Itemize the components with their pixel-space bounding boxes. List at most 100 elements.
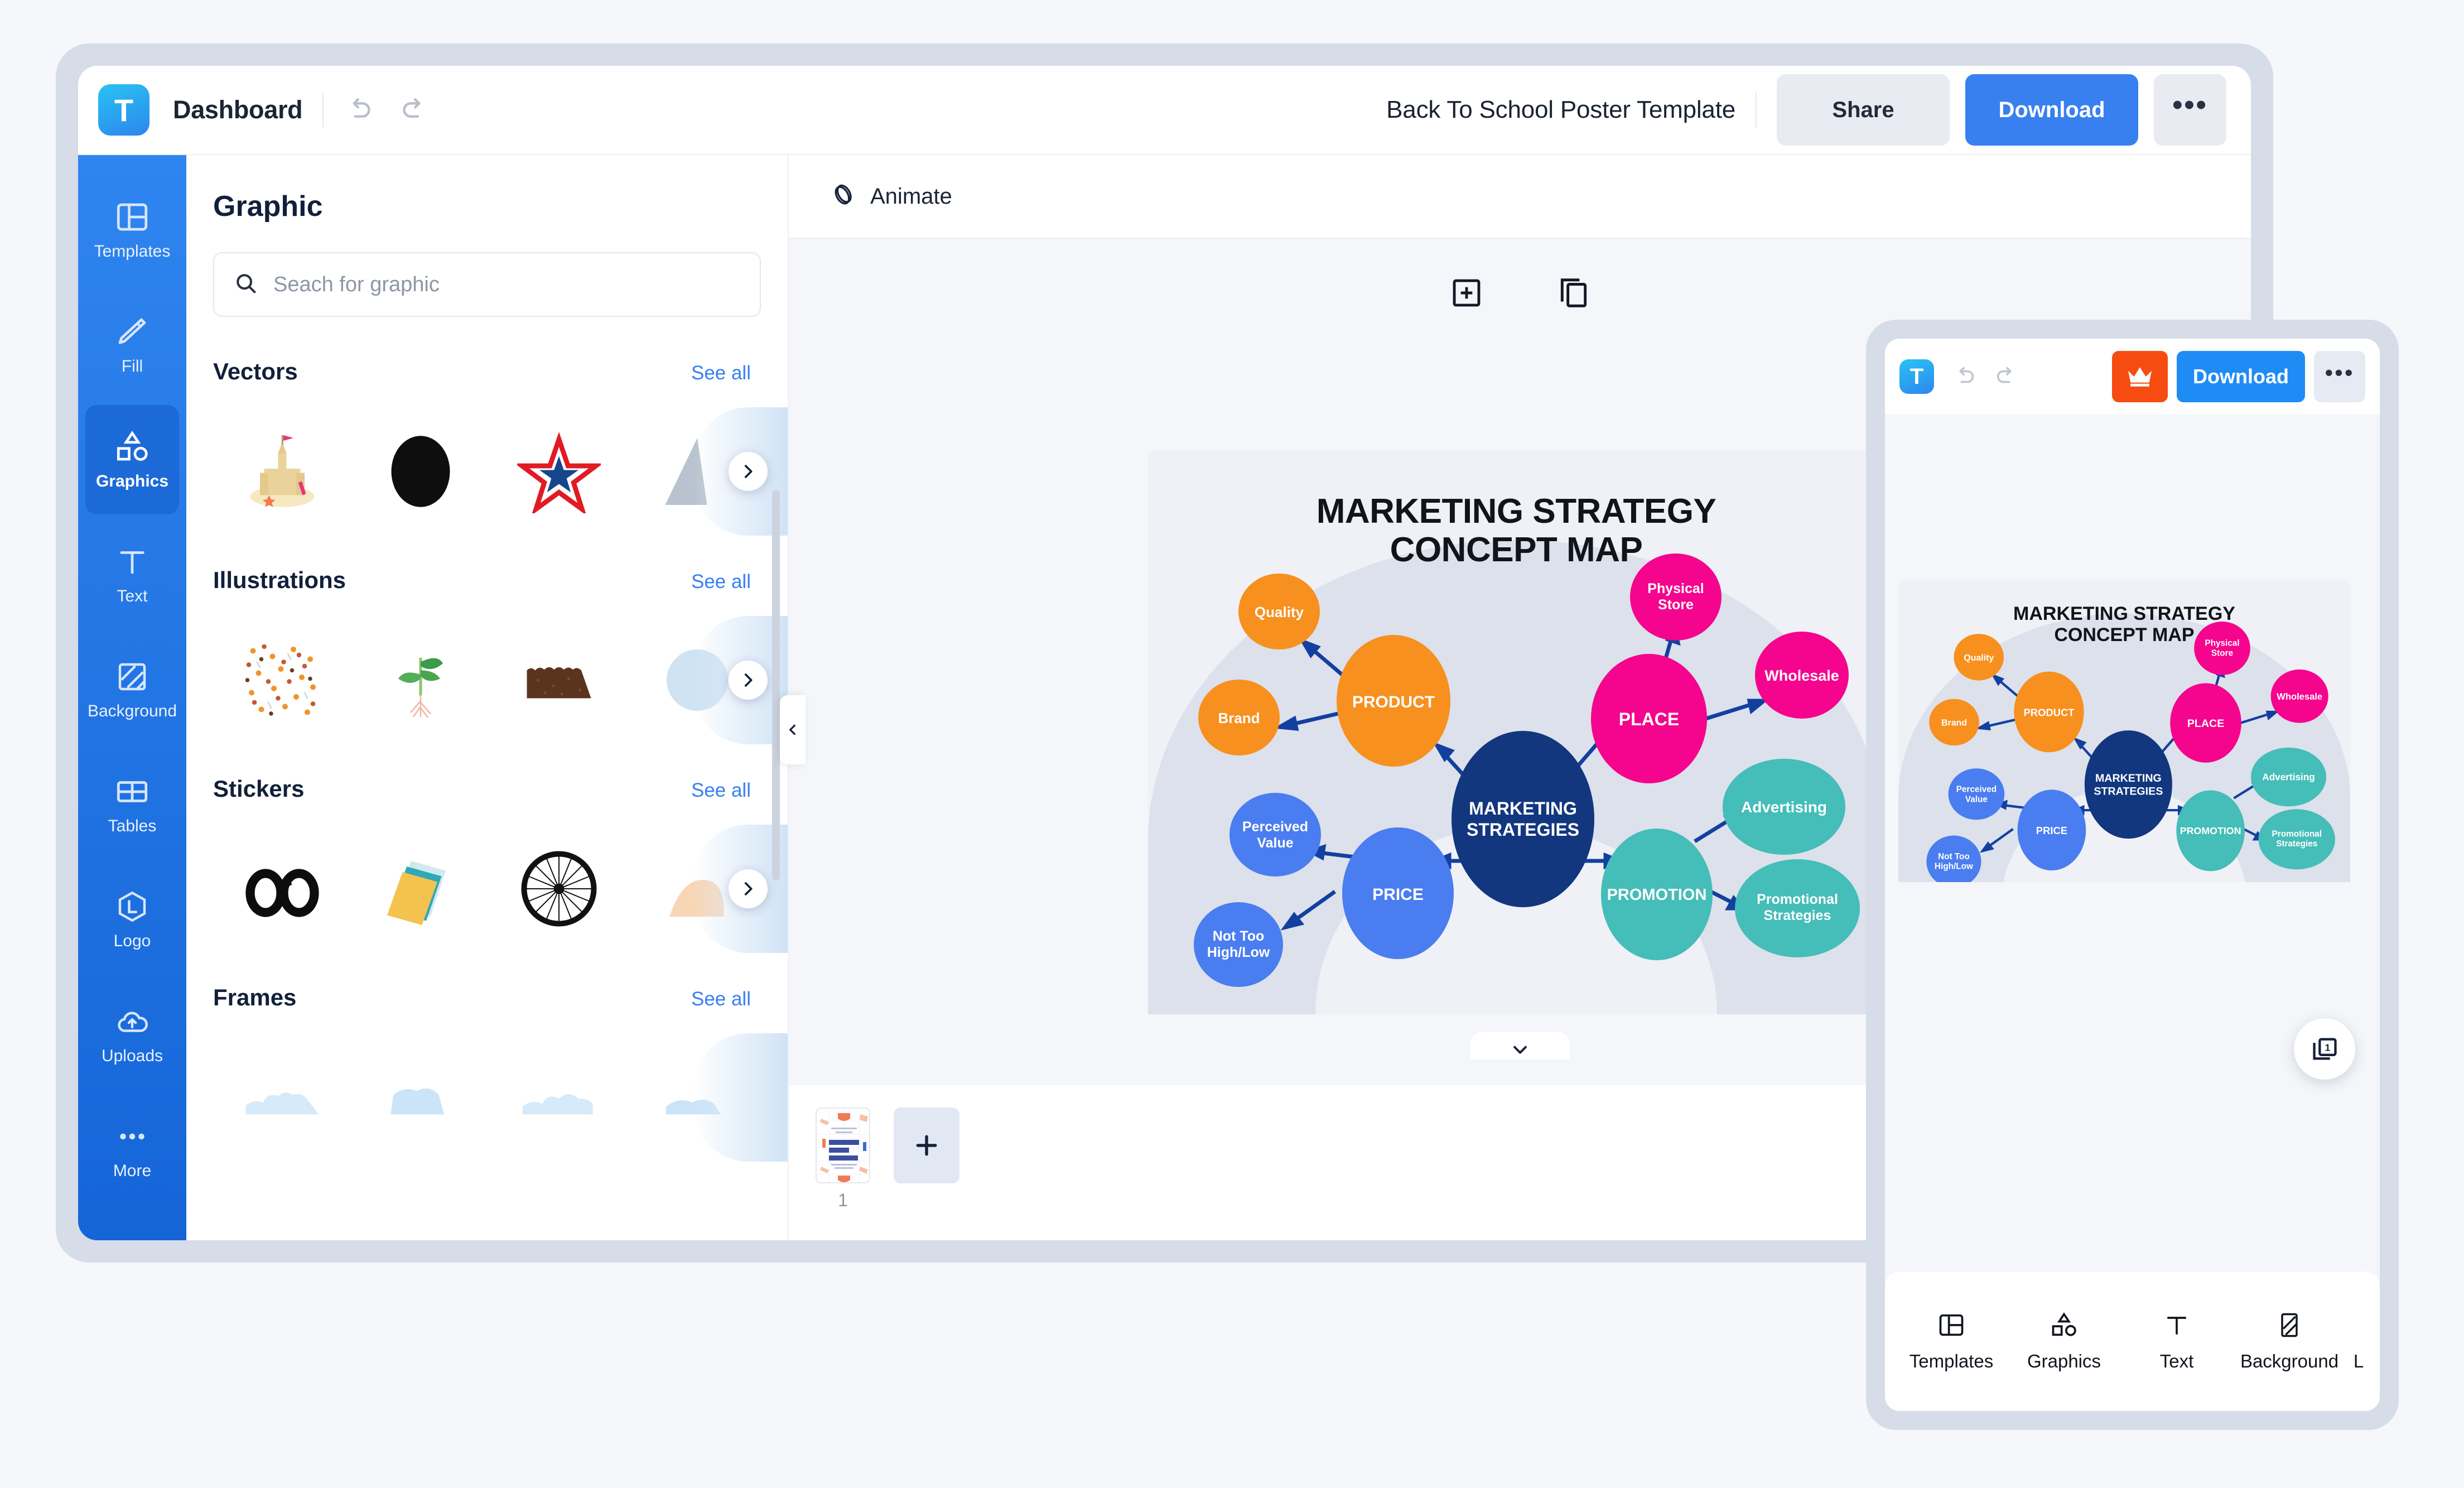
more-dots-icon	[114, 1118, 151, 1155]
section-header-vectors: Vectors See all	[213, 358, 751, 385]
frame-thumb-2[interactable]	[351, 1033, 490, 1162]
title-divider	[1756, 92, 1757, 128]
redo-icon[interactable]	[398, 94, 430, 126]
page-number: 1	[838, 1190, 848, 1210]
document-title[interactable]: Back To School Poster Template	[1386, 96, 1735, 124]
mobile-nav-graphics[interactable]: Graphics	[2012, 1311, 2116, 1372]
sticker-thumb-wheel[interactable]	[490, 825, 628, 953]
mobile-undo-icon[interactable]	[1952, 364, 1978, 389]
sidebar-item-templates[interactable]: Templates	[85, 175, 179, 285]
stickers-next-button[interactable]	[729, 869, 768, 908]
sidebar-label-text: Text	[117, 587, 148, 605]
svg-text:Advertising: Advertising	[2262, 772, 2314, 783]
sidebar-item-uploads[interactable]: Uploads	[85, 980, 179, 1089]
collapse-sheet-button[interactable]	[1470, 1032, 1570, 1060]
svg-text:Physical: Physical	[1647, 581, 1704, 596]
vector-thumb-ellipse[interactable]	[351, 407, 490, 536]
svg-text:Strategies: Strategies	[2276, 839, 2317, 849]
illustration-thumb-confetti[interactable]	[213, 616, 351, 744]
mobile-nav-logo[interactable]: L	[2350, 1311, 2367, 1372]
see-all-illustrations[interactable]: See all	[691, 571, 751, 593]
mobile-pages-button[interactable]: 1	[2294, 1018, 2355, 1080]
mobile-nav-text[interactable]: Text	[2125, 1311, 2229, 1372]
illustration-thumb-soil[interactable]	[490, 616, 628, 744]
mobile-bottom-nav: Templates Graphics Text Background L	[1885, 1272, 2380, 1411]
search-input[interactable]	[273, 272, 741, 297]
frame-thumb-3[interactable]	[490, 1033, 628, 1162]
sidebar-label-fill: Fill	[121, 357, 143, 375]
see-all-stickers[interactable]: See all	[691, 779, 751, 802]
sidebar-item-tables[interactable]: Tables	[85, 750, 179, 859]
sidebar-item-logo[interactable]: Logo	[85, 865, 179, 974]
dashboard-label[interactable]: Dashboard	[173, 95, 303, 124]
sidebar-label-more: More	[113, 1162, 152, 1180]
share-button[interactable]: Share	[1777, 74, 1950, 146]
artboard-title: MARKETING STRATEGY CONCEPT MAP	[1316, 492, 1716, 570]
left-nav-rail: Templates Fill Graphics Text Background …	[78, 155, 186, 1240]
more-options-button[interactable]: •••	[2154, 74, 2226, 146]
frame-thumb-1[interactable]	[213, 1033, 351, 1162]
svg-text:Store: Store	[2211, 648, 2233, 658]
animate-label[interactable]: Animate	[870, 184, 952, 209]
sticker-thumb-books[interactable]	[351, 825, 490, 953]
mobile-nav-templates[interactable]: Templates	[1899, 1311, 2003, 1372]
sidebar-label-tables: Tables	[108, 817, 157, 835]
sidebar-item-more[interactable]: More	[85, 1095, 179, 1204]
vector-thumb-sandcastle[interactable]	[213, 407, 351, 536]
mobile-nav-label-logo: L	[2353, 1351, 2364, 1371]
section-header-stickers: Stickers See all	[213, 776, 751, 802]
collapse-panel-button[interactable]	[780, 695, 806, 764]
graphics-shapes-icon	[2050, 1311, 2079, 1340]
svg-text:Brand: Brand	[1218, 710, 1260, 726]
vectors-next-button[interactable]	[729, 452, 768, 491]
search-box[interactable]	[213, 252, 761, 317]
svg-text:STRATEGIES: STRATEGIES	[2094, 786, 2163, 798]
mobile-artboard-title: MARKETING STRATEGY CONCEPT MAP	[2013, 603, 2235, 646]
panel-scrollbar[interactable]	[772, 490, 780, 880]
text-t-icon	[114, 543, 151, 580]
mobile-more-button[interactable]: •••	[2314, 351, 2365, 402]
upgrade-crown-button[interactable]	[2112, 351, 2168, 402]
svg-text:PROMOTION: PROMOTION	[1607, 886, 1707, 904]
sidebar-item-text[interactable]: Text	[85, 520, 179, 629]
page-thumbnail[interactable]	[816, 1107, 870, 1183]
artboard-canvas[interactable]: PRODUCT Quality Brand PLACE Physical Sto…	[1148, 451, 1884, 1014]
section-title-illustrations: Illustrations	[213, 567, 346, 593]
svg-text:Value: Value	[1965, 794, 1988, 804]
frame-thumb-4[interactable]	[628, 1033, 766, 1162]
svg-text:Not Too: Not Too	[1938, 852, 1970, 861]
duplicate-page-icon[interactable]	[1556, 276, 1591, 310]
svg-text:PRODUCT: PRODUCT	[1352, 693, 1435, 711]
svg-text:Wholesale: Wholesale	[2277, 691, 2322, 702]
illustration-thumb-seedling[interactable]	[351, 616, 490, 744]
svg-text:Store: Store	[1658, 597, 1694, 613]
mobile-app-logo[interactable]: T	[1899, 359, 1934, 394]
mobile-artboard[interactable]: PRODUCT Quality Brand PLACE Physical Sto…	[1898, 581, 2350, 882]
undo-icon[interactable]	[344, 94, 375, 126]
download-button[interactable]: Download	[1965, 74, 2138, 146]
mobile-nav-background[interactable]: Background	[2238, 1311, 2341, 1372]
svg-text:PRICE: PRICE	[1372, 885, 1424, 904]
add-page-button[interactable]	[894, 1107, 959, 1183]
app-logo[interactable]: T	[98, 84, 150, 136]
sticker-thumb-glasses[interactable]	[213, 825, 351, 953]
mobile-undo-redo-group	[1952, 364, 2019, 389]
see-all-frames[interactable]: See all	[691, 988, 751, 1010]
mobile-redo-icon[interactable]	[1993, 364, 2019, 389]
sidebar-item-background[interactable]: Background	[85, 635, 179, 744]
svg-text:Wholesale: Wholesale	[1764, 667, 1839, 684]
svg-text:Advertising: Advertising	[1741, 798, 1827, 816]
svg-text:PRICE: PRICE	[2036, 825, 2067, 836]
svg-text:Not Too: Not Too	[1213, 928, 1265, 944]
svg-text:Brand: Brand	[1941, 719, 1967, 728]
svg-text:High/Low: High/Low	[1935, 862, 1973, 871]
see-all-vectors[interactable]: See all	[691, 362, 751, 384]
mobile-download-button[interactable]: Download	[2177, 351, 2305, 402]
add-page-icon[interactable]	[1449, 276, 1484, 310]
page-item-1[interactable]: 1	[816, 1107, 870, 1211]
sidebar-item-fill[interactable]: Fill	[85, 290, 179, 399]
illustrations-next-button[interactable]	[729, 661, 768, 700]
section-title-stickers: Stickers	[213, 776, 305, 802]
vector-thumb-star[interactable]	[490, 407, 628, 536]
sidebar-item-graphics[interactable]: Graphics	[85, 405, 179, 514]
